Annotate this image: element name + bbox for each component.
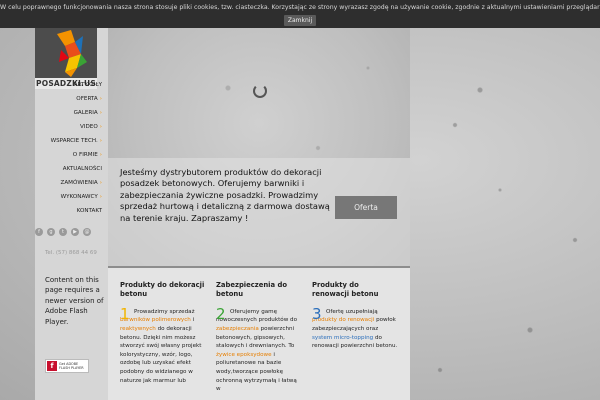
link-zywice-epoksydowe[interactable]: żywice epoksydowe: [216, 352, 272, 358]
nav-label: ZAMÓWIENIA: [60, 180, 98, 186]
nav-label: OFERTA: [76, 96, 98, 102]
sidebar: POSADZKI.US ARTYKUŁY OFERTA › GALERIA › VI…: [35, 28, 108, 400]
product-column-decoration: Produkty do dekoracji betonu 1 Prowadzim…: [120, 281, 206, 385]
product-column-renovation: Produkty do renowacji betonu 3 Ofertę uz…: [312, 281, 398, 351]
nav-label: O FIRMIE: [72, 152, 98, 158]
products-section: Produkty do dekoracji betonu 1 Prowadzim…: [108, 268, 410, 400]
nav-item-wykonawcy[interactable]: WYKONAWCY ›: [61, 194, 102, 200]
cookie-close-button[interactable]: Zamknij: [284, 15, 316, 26]
offer-button[interactable]: Oferta: [335, 196, 397, 219]
product-text: Oferujemy gamę nowoczesnych produktów do: [216, 308, 298, 324]
twitter-icon[interactable]: t: [59, 228, 67, 236]
link-reaktywne[interactable]: reaktywnych: [120, 326, 156, 332]
phone-number: Tel. (57) 868 44 69: [45, 250, 97, 256]
chevron-right-icon: ›: [99, 96, 102, 102]
product-text: i: [190, 317, 195, 324]
cookie-bar: W celu poprawnego funkcjonowania nasza s…: [0, 0, 600, 28]
chevron-right-icon: ›: [99, 110, 102, 116]
nav-item-galeria[interactable]: GALERIA ›: [74, 110, 102, 116]
cookie-message: W celu poprawnego funkcjonowania nasza s…: [0, 4, 600, 11]
nav-item-kontakt[interactable]: KONTAKT: [77, 208, 102, 214]
product-number: 1: [120, 304, 130, 323]
product-description: 3 Ofertę uzupełniają produkty do renowac…: [312, 304, 398, 351]
flash-icon: f: [47, 361, 57, 371]
nav-label: WYKONAWCY: [60, 194, 98, 200]
nav-item-video[interactable]: VIDEO ›: [80, 124, 102, 130]
chevron-right-icon: ›: [99, 180, 102, 186]
nav-item-o-firmie[interactable]: O FIRMIE ›: [73, 152, 102, 158]
link-zabezpieczania[interactable]: zabezpieczania: [216, 326, 259, 332]
flash-required-message: Content on this page requires a newer ve…: [45, 276, 104, 326]
product-title[interactable]: Zabezpieczenia do betonu: [216, 281, 302, 300]
email-icon[interactable]: @: [83, 228, 91, 236]
nav-item-oferta[interactable]: OFERTA ›: [76, 96, 102, 102]
loading-spinner-icon: [253, 84, 267, 98]
product-description: 2 Oferujemy gamę nowoczesnych produktów …: [216, 304, 302, 394]
social-links: f g t ▶ @: [35, 228, 108, 238]
nav-label: AKTUALNOŚCI: [62, 166, 102, 172]
nav-item-wsparcie-tech[interactable]: WSPARCIE TECH. ›: [51, 138, 102, 144]
nav-item-zamowienia[interactable]: ZAMÓWIENIA ›: [60, 180, 102, 186]
nav-label: ARTYKUŁY: [73, 82, 102, 88]
intro-section: Jesteśmy dystrybutorem produktów do deko…: [108, 158, 410, 266]
chevron-right-icon: ›: [99, 138, 102, 144]
nav-label: GALERIA: [73, 110, 98, 116]
nav-label: WSPARCIE TECH.: [50, 138, 98, 144]
flash-badge-text: Get ADOBE FLASH PLAYER: [59, 362, 84, 370]
product-text: do dekoracji betonu. Dzięki nim możesz s…: [120, 326, 202, 384]
intro-text: Jesteśmy dystrybutorem produktów do deko…: [120, 167, 330, 223]
google-plus-icon[interactable]: g: [47, 228, 55, 236]
product-text: Ofertę uzupełniają: [326, 308, 378, 315]
product-column-protection: Zabezpieczenia do betonu 2 Oferujemy gam…: [216, 281, 302, 394]
chevron-right-icon: ›: [99, 124, 102, 130]
nav-label: KONTAKT: [76, 208, 102, 214]
nav-label: VIDEO: [80, 124, 98, 130]
product-description: 1 Prowadzimy sprzedaż barwników polimero…: [120, 304, 206, 385]
link-barwniki-polimerowe[interactable]: barwników polimerowych: [120, 317, 191, 323]
chevron-right-icon: ›: [99, 194, 102, 200]
facebook-icon[interactable]: f: [35, 228, 43, 236]
product-text: Prowadzimy sprzedaż: [134, 308, 195, 315]
product-number: 3: [312, 304, 322, 323]
flash-badge-line2: FLASH PLAYER: [59, 366, 84, 371]
product-number: 2: [216, 304, 226, 323]
get-flash-player-button[interactable]: f Get ADOBE FLASH PLAYER: [45, 359, 89, 373]
product-title[interactable]: Produkty do renowacji betonu: [312, 281, 398, 300]
link-system-micro-topping[interactable]: system micro-topping: [312, 335, 373, 341]
nav-item-aktualnosci[interactable]: AKTUALNOŚCI: [63, 166, 102, 172]
chevron-right-icon: ›: [99, 152, 102, 158]
logo-icon: [57, 30, 87, 77]
nav-item-artykuly[interactable]: ARTYKUŁY: [74, 82, 102, 88]
logo[interactable]: [35, 28, 97, 78]
product-title[interactable]: Produkty do dekoracji betonu: [120, 281, 206, 300]
youtube-icon[interactable]: ▶: [71, 228, 79, 236]
